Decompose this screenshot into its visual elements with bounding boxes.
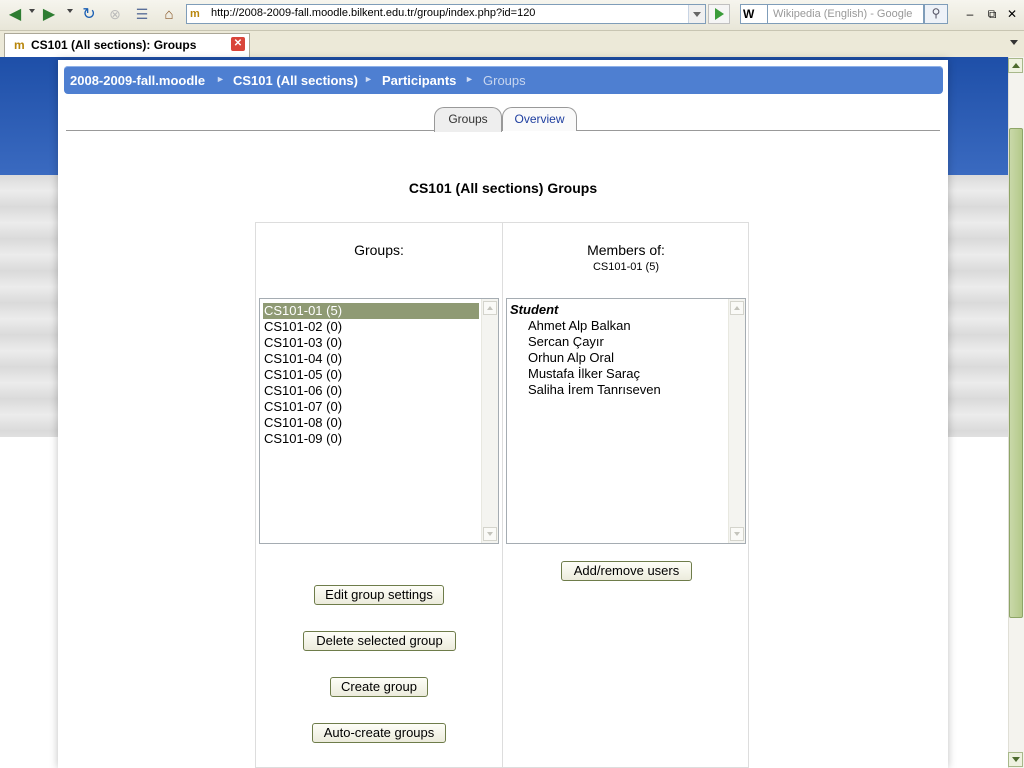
group-option[interactable]: CS101-09 (0) (263, 431, 342, 447)
url-text: http://2008-2009-fall.moodle.bilkent.edu… (211, 7, 536, 19)
breadcrumb-current: Groups (483, 73, 526, 88)
breadcrumb-participants-link[interactable]: Participants (382, 73, 456, 88)
url-history-dropdown-icon[interactable] (688, 5, 705, 23)
search-icon[interactable]: ⚲ (924, 4, 948, 24)
search-engine-selector[interactable]: W (740, 4, 768, 24)
auto-create-groups-button[interactable]: Auto-create groups (312, 723, 446, 743)
scroll-up-arrow-icon[interactable] (483, 301, 497, 315)
member-option[interactable]: Mustafa İlker Saraç (528, 366, 640, 381)
scroll-up-arrow-icon[interactable] (730, 301, 744, 315)
breadcrumb-separator: ► (216, 74, 225, 84)
group-option[interactable]: CS101-07 (0) (263, 399, 342, 415)
groups-select-list[interactable]: CS101-01 (5) CS101-02 (0) CS101-03 (0) C… (259, 298, 499, 544)
group-option-selected[interactable]: CS101-01 (5) (263, 303, 479, 319)
groups-heading: Groups: (354, 242, 404, 258)
close-tab-icon[interactable]: ✕ (231, 37, 245, 51)
breadcrumb-site-link[interactable]: 2008-2009-fall.moodle (70, 73, 205, 88)
group-option[interactable]: CS101-04 (0) (263, 351, 342, 367)
back-history-dropdown-icon[interactable] (29, 9, 35, 13)
members-select-list[interactable]: Student Ahmet Alp Balkan Sercan Çayır Or… (506, 298, 746, 544)
forward-history-dropdown-icon[interactable] (67, 9, 73, 13)
members-heading: Members of: (587, 242, 665, 258)
tab-overview[interactable]: Overview (502, 107, 577, 131)
scroll-down-arrow-icon[interactable] (1008, 752, 1023, 767)
members-selected-group: CS101-01 (5) (592, 261, 660, 273)
browser-tab-title: CS101 (All sections): Groups (31, 38, 197, 52)
back-arrow-icon[interactable]: ◀ (6, 4, 24, 24)
edit-group-settings-button[interactable]: Edit group settings (314, 585, 444, 605)
restore-window-icon[interactable]: ⧉ (984, 6, 1000, 22)
breadcrumb-course-link[interactable]: CS101 (All sections) (233, 73, 358, 88)
page-scrollbar-thumb[interactable] (1009, 128, 1023, 618)
group-option[interactable]: CS101-02 (0) (263, 319, 342, 335)
breadcrumb-separator: ► (364, 74, 373, 84)
moodle-favicon-icon: m (14, 38, 25, 52)
url-bar[interactable]: m http://2008-2009-fall.moodle.bilkent.e… (186, 4, 706, 24)
group-option[interactable]: CS101-08 (0) (263, 415, 342, 431)
close-window-icon[interactable]: ✕ (1004, 6, 1020, 22)
browser-toolbar: ◀ ▶ ↻ ⊗ ☰ ⌂ m http://2008-2009-fall.mood… (0, 0, 1024, 31)
browser-tab[interactable]: m CS101 (All sections): Groups ✕ (4, 33, 250, 57)
minimize-window-icon[interactable]: – (962, 6, 978, 22)
members-list-scrollbar[interactable] (728, 299, 745, 543)
scroll-down-arrow-icon[interactable] (483, 527, 497, 541)
stop-icon[interactable]: ⊗ (106, 4, 124, 24)
tab-list-dropdown-icon[interactable] (1010, 40, 1018, 45)
member-option[interactable]: Ahmet Alp Balkan (528, 318, 631, 333)
group-option[interactable]: CS101-03 (0) (263, 335, 342, 351)
home-icon[interactable]: ⌂ (160, 4, 178, 24)
group-option[interactable]: CS101-05 (0) (263, 367, 342, 383)
bookmarks-icon[interactable]: ☰ (133, 4, 151, 24)
add-remove-users-button[interactable]: Add/remove users (561, 561, 692, 581)
site-favicon-icon: m (190, 8, 200, 20)
search-input[interactable]: Wikipedia (English) - Google (768, 4, 924, 24)
scroll-down-arrow-icon[interactable] (730, 527, 744, 541)
scroll-up-arrow-icon[interactable] (1008, 58, 1023, 73)
delete-selected-group-button[interactable]: Delete selected group (303, 631, 456, 651)
breadcrumb-separator: ► (465, 74, 474, 84)
page-title: CS101 (All sections) Groups (408, 180, 598, 196)
member-option[interactable]: Saliha İrem Tanrıseven (528, 382, 661, 397)
create-group-button[interactable]: Create group (330, 677, 428, 697)
tab-groups[interactable]: Groups (434, 107, 502, 132)
breadcrumb: 2008-2009-fall.moodle ► CS101 (All secti… (64, 66, 943, 94)
member-option[interactable]: Orhun Alp Oral (528, 350, 614, 365)
role-group-label: Student (510, 302, 559, 317)
group-option[interactable]: CS101-06 (0) (263, 383, 342, 399)
groups-list-scrollbar[interactable] (481, 299, 498, 543)
reload-icon[interactable]: ↻ (80, 4, 98, 24)
column-divider (502, 223, 503, 768)
forward-arrow-icon[interactable]: ▶ (40, 4, 58, 24)
go-button[interactable] (708, 4, 730, 24)
member-option[interactable]: Sercan Çayır (528, 334, 604, 349)
